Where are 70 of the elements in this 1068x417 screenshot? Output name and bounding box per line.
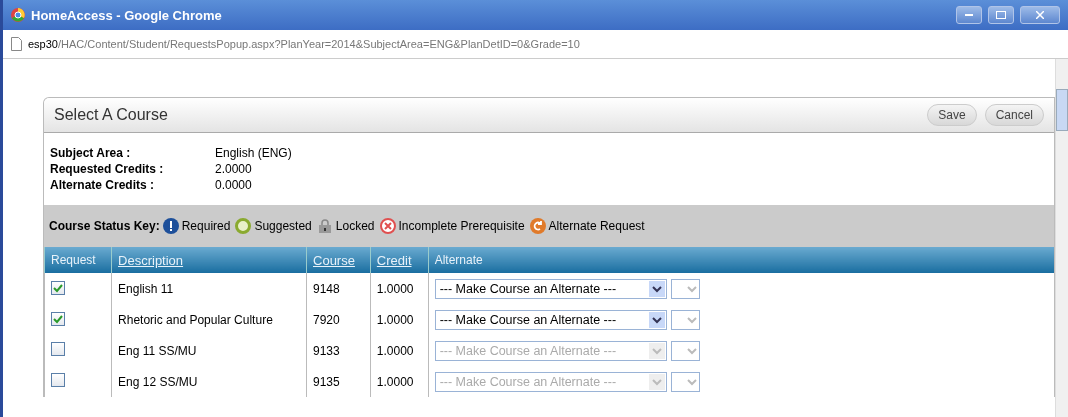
minimize-icon [965,14,973,16]
close-button[interactable] [1020,6,1060,24]
table-cell: 1.0000 [370,304,429,335]
status-key-text: Suggested [254,219,312,233]
request-checkbox[interactable] [51,281,65,296]
lock-icon [316,219,333,233]
x-circle-icon [379,218,396,234]
table-cell: 7920 [306,304,371,335]
table-cell: 1.0000 [370,366,429,397]
column-header[interactable]: Credit [370,247,429,273]
chevron-down-icon [651,346,662,355]
maximize-icon [996,11,1006,19]
table-cell: Eng 12 SS/MU [111,366,307,397]
checkmark-icon [53,283,63,293]
info-value: English (ENG) [215,145,293,161]
alternate-select[interactable]: --- Make Course an Alternate --- [434,278,667,299]
column-header: Request [44,247,112,273]
chevron-down-icon [686,377,697,386]
column-header[interactable]: Description [111,247,307,273]
table-cell: 1.0000 [370,335,429,366]
chevron-down-icon [651,315,662,324]
exclamation-icon [162,218,179,234]
column-header: Alternate [428,247,1054,273]
chevron-down-icon [651,284,662,293]
table-cell: 9133 [306,335,371,366]
maximize-button[interactable] [988,6,1014,24]
cancel-button[interactable]: Cancel [984,104,1044,126]
url-text[interactable]: esp30/HAC/Content/Student/RequestsPopup.aspx?PlanYear=2014&SubjectArea=ENG&PlanDetID=0&Grade=10 [28,38,580,50]
ring-icon [235,218,252,234]
page-icon [11,37,22,51]
info-label: Requested Credits : [50,161,165,177]
request-checkbox[interactable] [51,312,65,327]
dialog-title: Select A Course [54,106,169,124]
table-cell: 9148 [306,273,371,304]
minimize-button[interactable] [956,6,982,24]
status-key-label: Course Status Key: [49,219,160,233]
info-value: 2.0000 [215,161,253,177]
column-header[interactable]: Course [306,247,371,273]
chevron-down-icon [686,284,697,293]
chevron-down-icon [686,315,697,324]
status-key-text: Incomplete Prerequisite [398,219,525,233]
table-cell: Eng 11 SS/MU [111,335,307,366]
table-cell: 1.0000 [370,273,429,304]
save-button[interactable]: Save [927,104,977,126]
sort-link[interactable]: Credit [376,252,412,268]
status-key-text: Required [181,219,231,233]
sort-link[interactable]: Description [118,252,184,268]
alternate-select[interactable]: --- Make Course an Alternate --- [434,309,667,330]
window-title: HomeAccess - Google Chrome [31,7,223,23]
secondary-select[interactable] [670,309,700,330]
browser-logo-icon [11,8,25,22]
sort-link[interactable]: Course [313,252,355,268]
secondary-select[interactable] [670,371,700,392]
request-checkbox[interactable] [51,342,65,356]
status-key-text: Locked [335,219,375,233]
table-cell: Rhetoric and Popular Culture [111,304,307,335]
chevron-down-icon [686,346,697,355]
chevron-down-icon [651,377,662,386]
secondary-select[interactable] [670,278,700,299]
info-value: 0.0000 [215,177,253,193]
info-label: Subject Area : [50,145,132,161]
table-cell: English 11 [111,273,307,304]
close-icon [1036,11,1044,19]
checkmark-icon [53,314,63,324]
request-checkbox[interactable] [51,373,65,387]
scrollbar[interactable] [1055,59,1068,417]
table-cell: 9135 [306,366,371,397]
secondary-select[interactable] [670,340,700,361]
status-key-text: Alternate Request [548,219,645,233]
info-label: Alternate Credits : [50,177,156,193]
